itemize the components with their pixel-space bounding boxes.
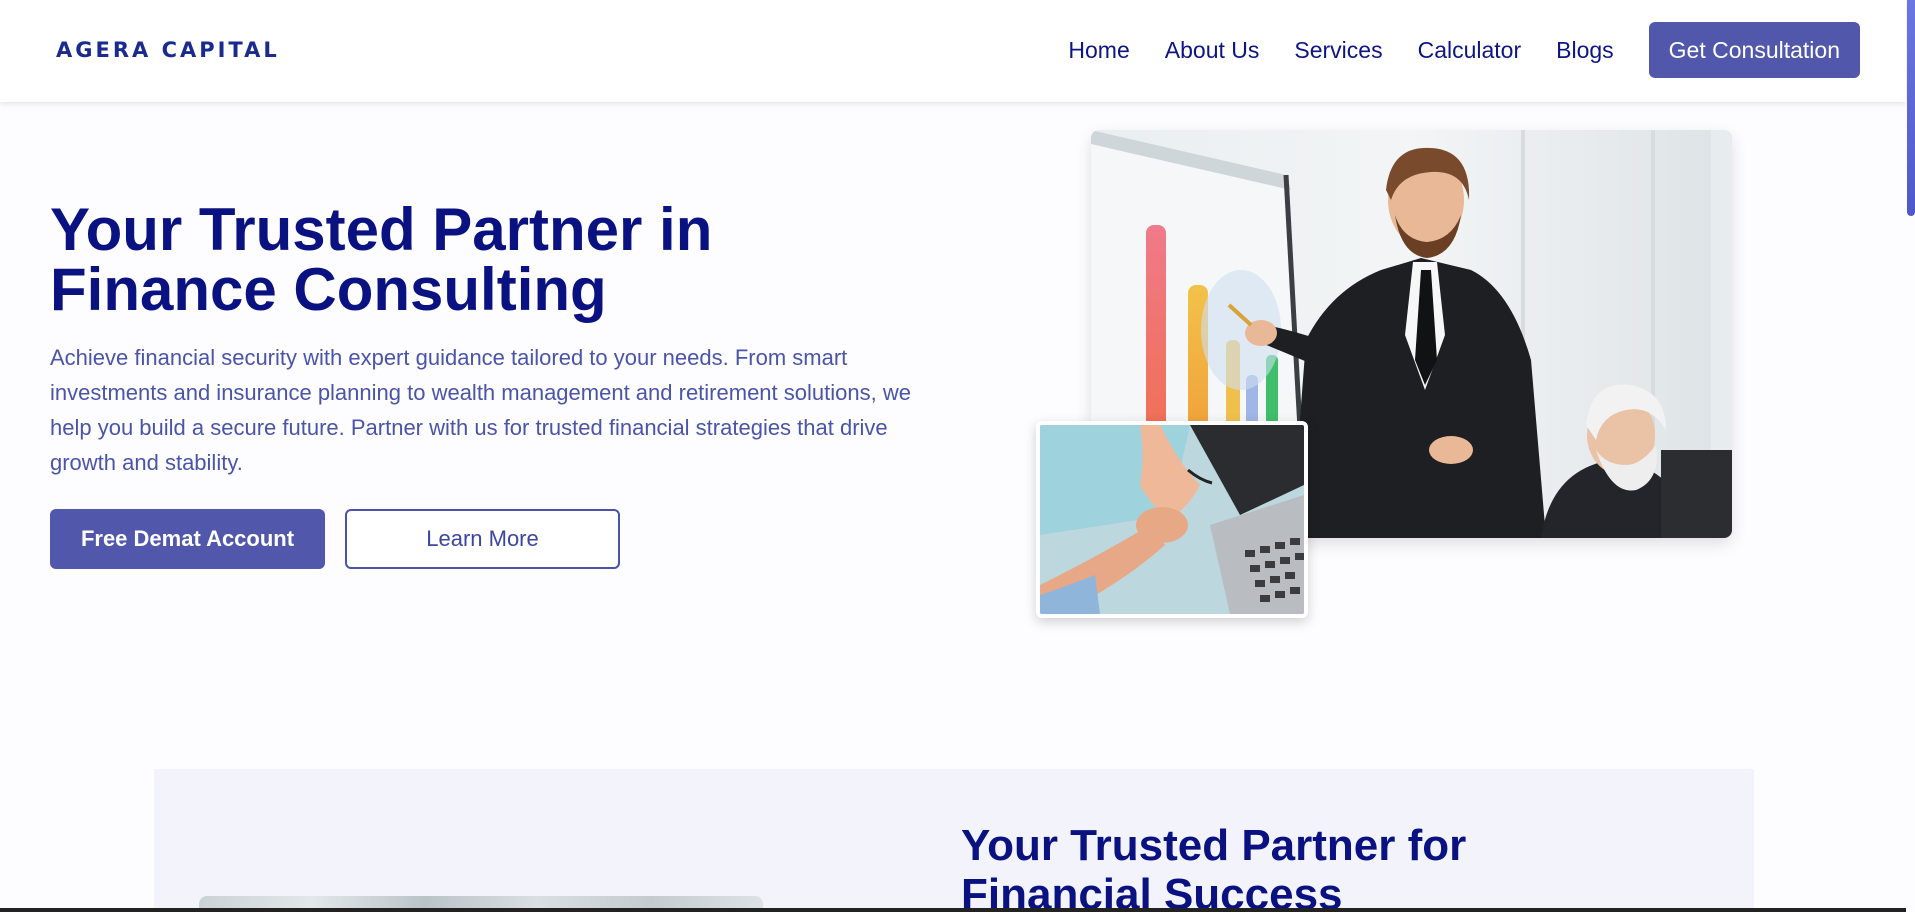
brand-logo-text: AGERA CAPITAL — [56, 38, 280, 62]
scrollbar-thumb[interactable] — [1907, 0, 1915, 216]
about-section: Your Trusted Partner for Financial Succe… — [154, 769, 1754, 912]
window-bottom-edge — [0, 908, 1906, 912]
nav-link-about-us[interactable]: About Us — [1165, 37, 1260, 64]
hero-description: Achieve financial security with expert g… — [50, 345, 911, 475]
nav-link-services[interactable]: Services — [1294, 37, 1382, 64]
nav-link-home[interactable]: Home — [1068, 37, 1129, 64]
handshake-image — [1036, 421, 1308, 618]
get-consultation-button[interactable]: Get Consultation — [1648, 22, 1860, 78]
about-section-title: Your Trusted Partner for Financial Succe… — [961, 821, 1467, 912]
nav-links: Home About Us Services Calculator Blogs … — [1068, 22, 1860, 78]
nav-link-calculator[interactable]: Calculator — [1418, 37, 1522, 64]
hero-title: Your Trusted Partner in Finance Consulti… — [50, 196, 713, 323]
free-demat-account-button[interactable]: Free Demat Account — [50, 509, 325, 569]
learn-more-button[interactable]: Learn More — [345, 509, 620, 569]
top-navbar: AGERA CAPITAL Home About Us Services Cal… — [0, 0, 1906, 102]
nav-link-blogs[interactable]: Blogs — [1556, 37, 1614, 64]
brand-logo[interactable]: AGERA CAPITAL — [56, 36, 280, 64]
